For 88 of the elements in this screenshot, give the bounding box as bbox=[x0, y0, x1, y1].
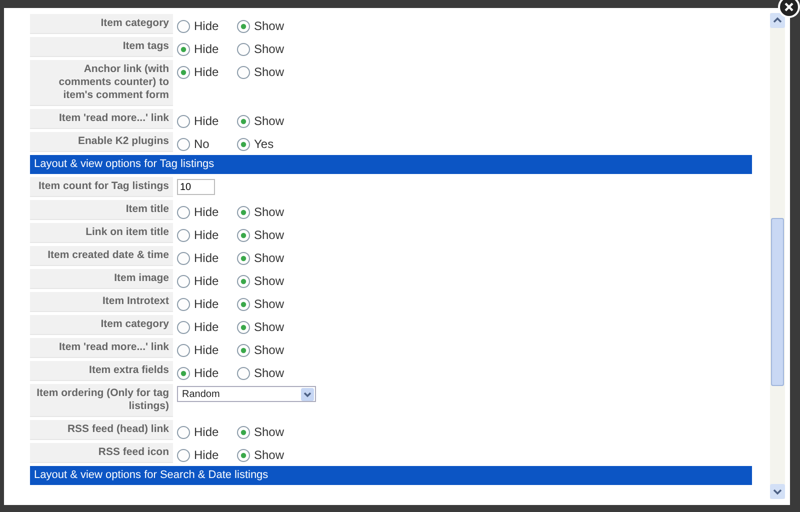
scroll-up-icon[interactable] bbox=[770, 13, 785, 28]
radio-button[interactable] bbox=[177, 20, 190, 32]
radio-button[interactable] bbox=[177, 426, 190, 438]
field-label: Anchor link (with comments counter) to item's comment form bbox=[30, 60, 173, 106]
radio-option[interactable]: Hide bbox=[177, 251, 237, 265]
radio-button[interactable] bbox=[237, 366, 250, 380]
radio-option[interactable]: Show bbox=[237, 114, 297, 128]
radio-option[interactable]: Show bbox=[237, 42, 297, 56]
radio-option[interactable]: Hide bbox=[177, 425, 237, 439]
radio-button[interactable] bbox=[177, 366, 190, 380]
radio-button[interactable] bbox=[177, 252, 190, 264]
radio-button[interactable] bbox=[237, 344, 250, 356]
close-button[interactable] bbox=[778, 0, 800, 18]
radio-option[interactable]: Show bbox=[237, 366, 297, 380]
scroll-thumb[interactable] bbox=[771, 218, 784, 386]
radio-button[interactable] bbox=[177, 320, 190, 334]
section-header: Layout & view options for Search & Date listings bbox=[30, 466, 752, 485]
radio-button[interactable] bbox=[237, 66, 250, 78]
field-label: RSS feed (head) link bbox=[30, 420, 173, 440]
field-label: Link on item title bbox=[30, 223, 173, 243]
radio-option[interactable]: Show bbox=[237, 205, 297, 219]
radio-option[interactable]: Show bbox=[237, 343, 297, 357]
radio-button[interactable] bbox=[177, 448, 190, 462]
radio-button[interactable] bbox=[177, 66, 190, 78]
field-label: Item category bbox=[30, 315, 173, 335]
radio-button[interactable] bbox=[177, 298, 190, 310]
radio-button[interactable] bbox=[237, 42, 250, 56]
radio-option[interactable]: Hide bbox=[177, 274, 237, 288]
radio-option[interactable]: Hide bbox=[177, 114, 237, 128]
field-label: Item created date & time bbox=[30, 246, 173, 266]
radio-button[interactable] bbox=[237, 138, 250, 150]
radio-option[interactable]: No bbox=[177, 137, 237, 151]
radio-button[interactable] bbox=[237, 320, 250, 334]
count-field[interactable]: 10 bbox=[177, 179, 215, 195]
radio-option[interactable]: Show bbox=[237, 251, 297, 265]
caret-icon bbox=[301, 388, 314, 400]
radio-option[interactable]: Show bbox=[237, 448, 297, 462]
radio-button[interactable] bbox=[237, 228, 250, 242]
field-label: Item 'read more...' link bbox=[30, 109, 173, 129]
radio-button[interactable] bbox=[177, 138, 190, 150]
field-label: Item count for Tag listings bbox=[30, 177, 173, 197]
close-icon bbox=[784, 2, 794, 12]
radio-option[interactable]: Hide bbox=[177, 448, 237, 462]
radio-button[interactable] bbox=[177, 344, 190, 356]
radio-option[interactable]: Hide bbox=[177, 205, 237, 219]
radio-button[interactable] bbox=[177, 228, 190, 242]
ordering-dropdown[interactable]: Random bbox=[177, 386, 316, 402]
field-label: Item Introtext bbox=[30, 292, 173, 312]
field-label: Enable K2 plugins bbox=[30, 132, 173, 152]
radio-option[interactable]: Show bbox=[237, 19, 297, 33]
field-label: Item category bbox=[30, 14, 173, 34]
field-label: RSS feed icon bbox=[30, 443, 173, 463]
radio-option[interactable]: Hide bbox=[177, 42, 237, 56]
radio-button[interactable] bbox=[177, 42, 190, 56]
radio-button[interactable] bbox=[237, 20, 250, 32]
radio-option[interactable]: Show bbox=[237, 65, 297, 79]
section-header: Layout & view options for Tag listings bbox=[30, 155, 752, 174]
radio-option[interactable]: Hide bbox=[177, 228, 237, 242]
radio-option[interactable]: Show bbox=[237, 320, 297, 334]
field-label: Item 'read more...' link bbox=[30, 338, 173, 358]
field-label: Item title bbox=[30, 200, 173, 220]
radio-option[interactable]: Hide bbox=[177, 343, 237, 357]
radio-button[interactable] bbox=[177, 114, 190, 128]
radio-option[interactable]: Hide bbox=[177, 366, 237, 380]
radio-option[interactable]: Hide bbox=[177, 19, 237, 33]
radio-option[interactable]: Yes bbox=[237, 137, 297, 151]
field-label: Item ordering (Only for tag listings) bbox=[30, 384, 173, 417]
radio-button[interactable] bbox=[177, 206, 190, 218]
radio-button[interactable] bbox=[237, 448, 250, 462]
radio-button[interactable] bbox=[237, 114, 250, 128]
radio-button[interactable] bbox=[237, 298, 250, 310]
radio-option[interactable]: Hide bbox=[177, 65, 237, 79]
radio-button[interactable] bbox=[237, 274, 250, 288]
radio-option[interactable]: Hide bbox=[177, 297, 237, 311]
field-label: Item extra fields bbox=[30, 361, 173, 381]
radio-option[interactable]: Show bbox=[237, 297, 297, 311]
scroll-down-icon[interactable] bbox=[770, 484, 785, 499]
field-label: Item tags bbox=[30, 37, 173, 57]
radio-button[interactable] bbox=[177, 274, 190, 288]
radio-button[interactable] bbox=[237, 252, 250, 264]
scrollbar[interactable] bbox=[770, 13, 785, 499]
radio-button[interactable] bbox=[237, 206, 250, 218]
field-label: Item image bbox=[30, 269, 173, 289]
radio-option[interactable]: Show bbox=[237, 274, 297, 288]
radio-option[interactable]: Show bbox=[237, 425, 297, 439]
radio-button[interactable] bbox=[237, 426, 250, 438]
radio-option[interactable]: Show bbox=[237, 228, 297, 242]
radio-option[interactable]: Hide bbox=[177, 320, 237, 334]
